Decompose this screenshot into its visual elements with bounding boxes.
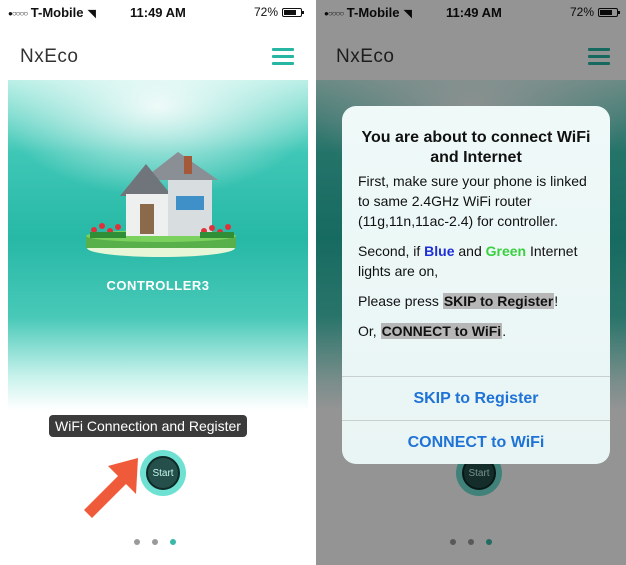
pointer-arrow-icon bbox=[84, 458, 138, 518]
battery-icon bbox=[282, 8, 304, 17]
clock: 11:49 AM bbox=[130, 5, 186, 20]
connect-highlight: CONNECT to WiFi bbox=[380, 323, 503, 339]
text-fragment: ! bbox=[554, 293, 559, 309]
controller-carousel[interactable]: CONTROLLER3 bbox=[8, 80, 308, 410]
page-dot bbox=[152, 539, 158, 545]
alert-paragraph-2: Second, if Blue and Green Internet light… bbox=[358, 241, 596, 281]
skip-to-register-button[interactable]: SKIP to Register bbox=[342, 376, 610, 420]
app-title: NxEco bbox=[20, 46, 79, 67]
battery-percent: 72% bbox=[253, 5, 278, 19]
page-dot bbox=[133, 539, 140, 545]
carrier: ●○○○○ T-Mobile ◥ bbox=[8, 5, 96, 20]
alert-message: First, make sure your phone is linked to… bbox=[342, 168, 610, 341]
alert-paragraph-3: Please press SKIP to Register! bbox=[358, 291, 596, 311]
nav-bar: NxEco bbox=[0, 30, 310, 78]
alert-title: You are about to connect WiFi and Intern… bbox=[361, 129, 591, 166]
blue-light-word: Blue bbox=[424, 243, 455, 259]
text-fragment: and bbox=[458, 243, 482, 259]
skip-highlight: SKIP to Register bbox=[442, 293, 555, 309]
text-fragment: Please press bbox=[358, 293, 439, 309]
green-light-word: Green bbox=[485, 243, 527, 259]
signal-icon: ●○○○○ bbox=[8, 9, 28, 18]
controller-name: CONTROLLER3 bbox=[106, 278, 210, 293]
connect-alert-dialog: You are about to connect WiFi and Intern… bbox=[342, 106, 610, 464]
house-icon bbox=[86, 152, 236, 257]
start-button-label: Start bbox=[146, 456, 180, 490]
text-fragment: . bbox=[502, 323, 507, 339]
alert-paragraph-4: Or, CONNECT to WiFi. bbox=[358, 321, 596, 341]
status-bar: ●○○○○ T-Mobile ◥ 11:49 AM 72% bbox=[0, 0, 310, 22]
alert-screen: ●○○○○ T-Mobile ◥ 11:49 AM 72% NxEco Start… bbox=[316, 0, 626, 565]
page-dot-active bbox=[170, 539, 177, 545]
home-screen: ●○○○○ T-Mobile ◥ 11:49 AM 72% NxEco CONT… bbox=[0, 0, 310, 565]
alert-paragraph-1: First, make sure your phone is linked to… bbox=[358, 173, 587, 229]
carrier-label: T-Mobile bbox=[30, 5, 84, 20]
page-indicator bbox=[0, 532, 310, 550]
wifi-icon: ◥ bbox=[87, 8, 96, 20]
hamburger-menu-icon[interactable] bbox=[272, 48, 294, 66]
text-fragment: Or, bbox=[358, 323, 377, 339]
text-fragment: Second, if bbox=[358, 243, 421, 259]
connect-to-wifi-button[interactable]: CONNECT to WiFi bbox=[342, 420, 610, 464]
wifi-connection-label: WiFi Connection and Register bbox=[49, 415, 247, 437]
